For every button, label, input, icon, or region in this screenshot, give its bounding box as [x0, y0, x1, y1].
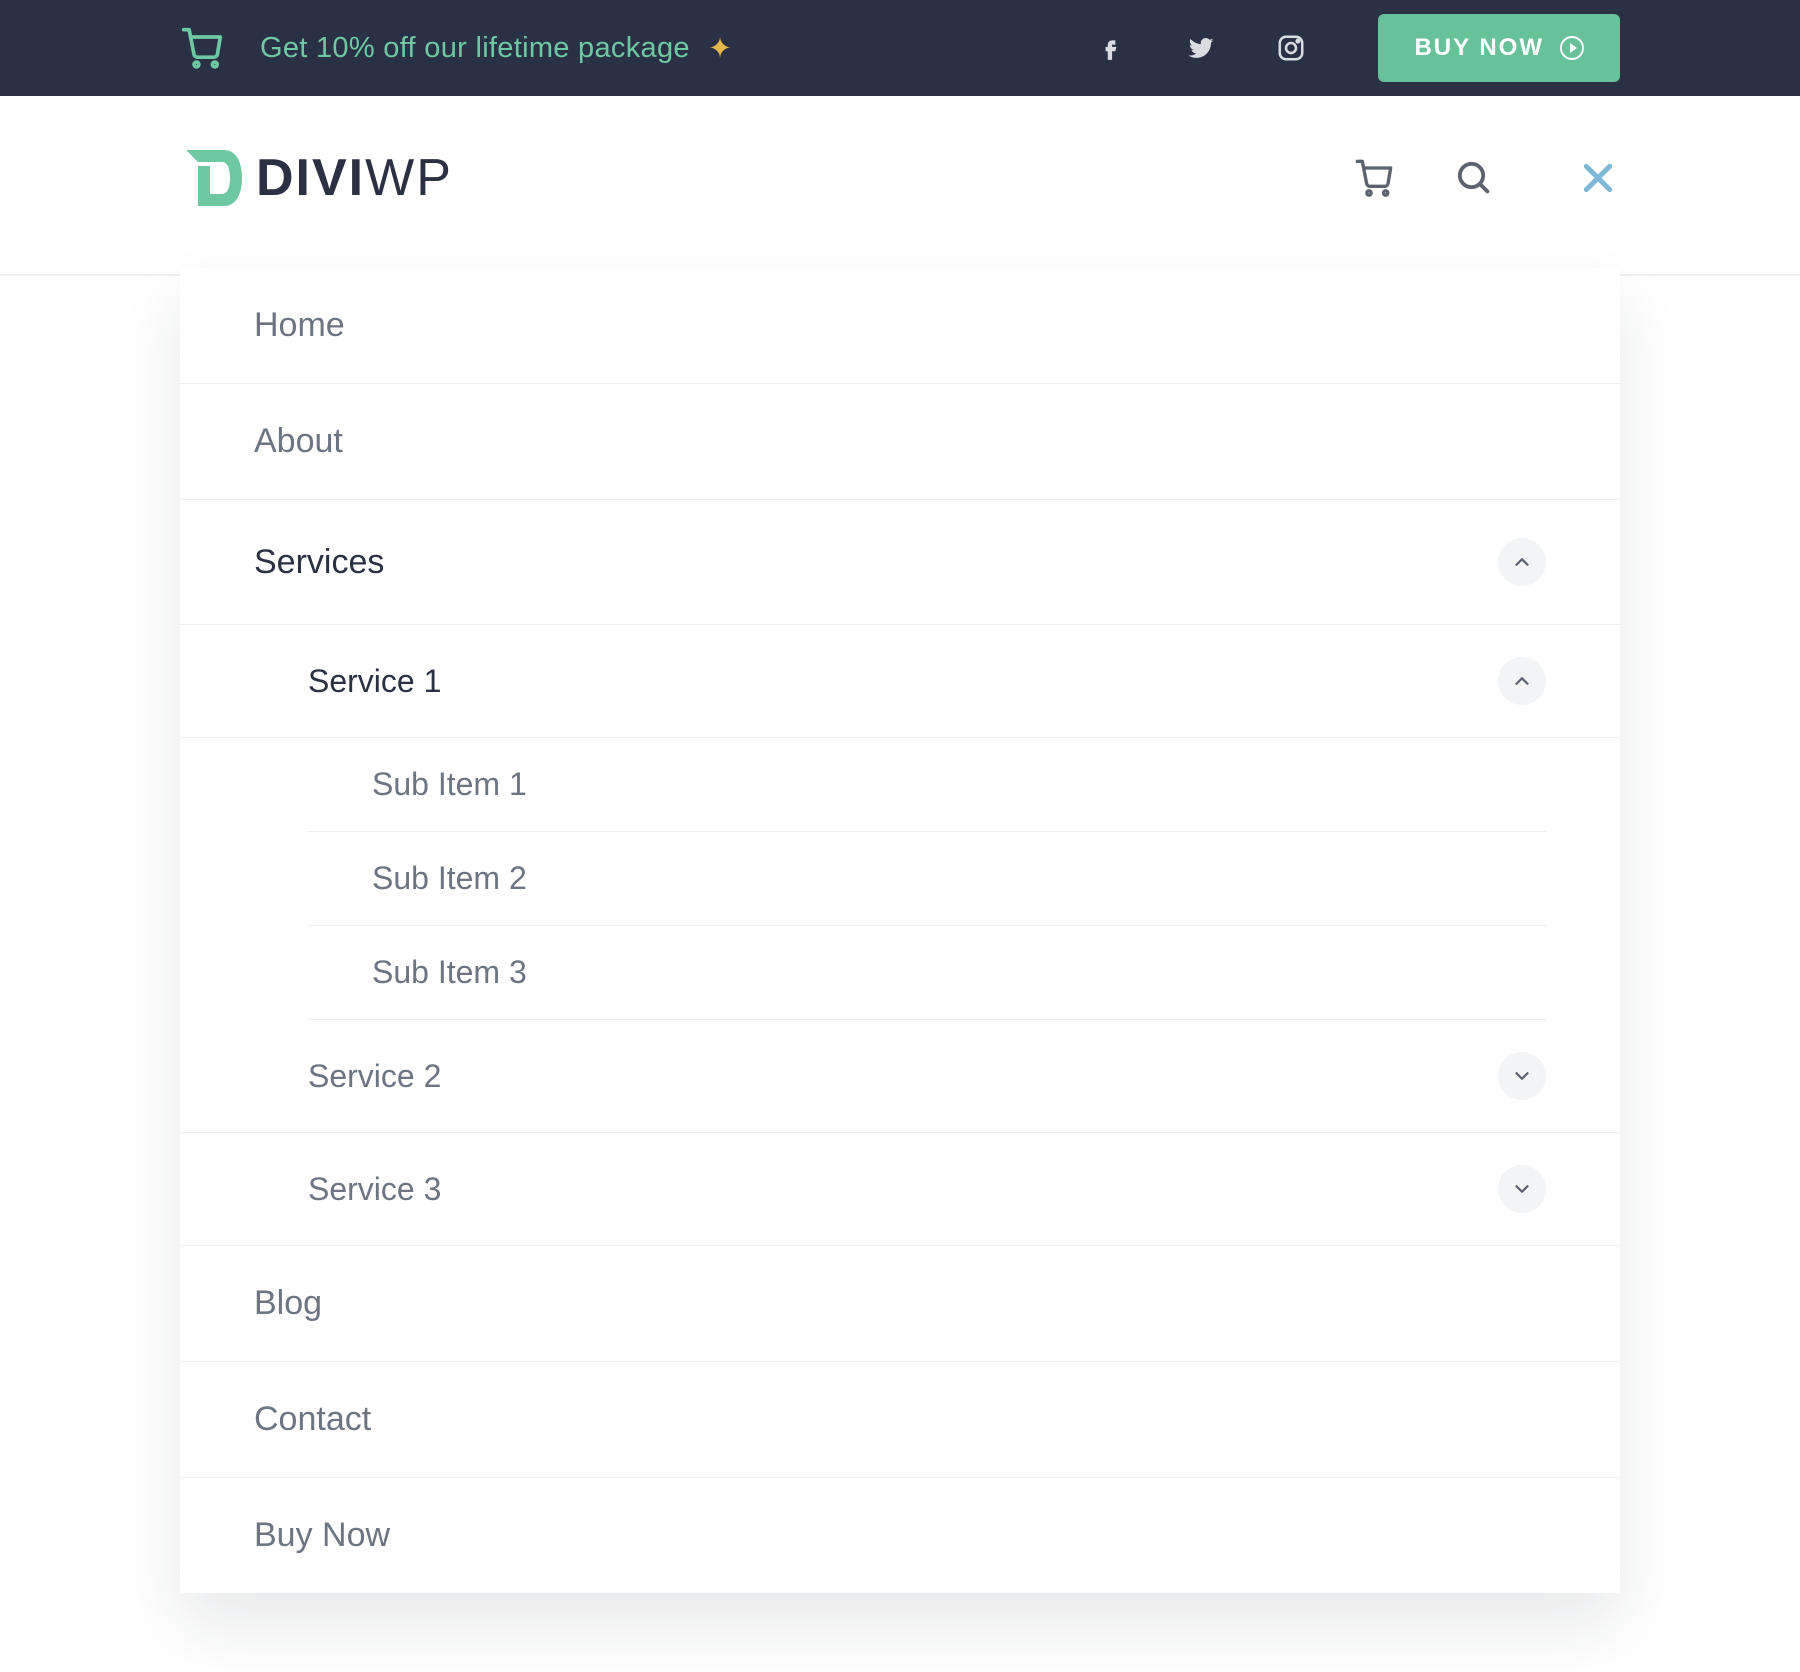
sparkle-icon: ✦ [708, 31, 733, 66]
menu-item-services[interactable]: Services [180, 500, 1620, 625]
mobile-menu-panel: Home About Services Service 1 Sub Item 1… [180, 268, 1620, 1593]
menu-item-label: Buy Now [254, 1516, 390, 1555]
menu-sub-label: Service 2 [308, 1058, 441, 1095]
header-icons [1352, 156, 1620, 200]
cart-icon[interactable] [180, 26, 224, 70]
brand-secondary: WP [365, 149, 453, 207]
close-icon[interactable] [1576, 156, 1620, 200]
menu-item-home[interactable]: Home [180, 268, 1620, 384]
chevron-up-icon[interactable] [1498, 657, 1546, 705]
menu-item-label: Home [254, 306, 345, 345]
menu-item-contact[interactable]: Contact [180, 1362, 1620, 1478]
social-icons [1094, 31, 1308, 65]
twitter-icon[interactable] [1184, 31, 1218, 65]
arrow-right-icon [1560, 36, 1584, 60]
menu-item-label: Blog [254, 1284, 322, 1323]
brand-logo[interactable]: DIVIWP [180, 146, 453, 210]
page-root: Get 10% off our lifetime package ✦ BUY N… [0, 0, 1800, 1593]
menu-subsub-label: Sub Item 2 [372, 860, 527, 897]
buy-now-button[interactable]: BUY NOW [1378, 14, 1620, 82]
menu-item-label: About [254, 422, 343, 461]
menu-subsub-label: Sub Item 3 [372, 954, 527, 991]
site-header: DIVIWP [0, 96, 1800, 276]
menu-sub-service-3[interactable]: Service 3 [180, 1133, 1620, 1246]
menu-item-buy-now[interactable]: Buy Now [180, 1478, 1620, 1593]
instagram-icon[interactable] [1274, 31, 1308, 65]
promo-bar: Get 10% off our lifetime package ✦ BUY N… [0, 0, 1800, 96]
menu-sub-label: Service 3 [308, 1171, 441, 1208]
menu-item-label: Services [254, 543, 384, 582]
buy-now-label: BUY NOW [1414, 34, 1544, 62]
chevron-down-icon[interactable] [1498, 1165, 1546, 1213]
menu-subsub-label: Sub Item 1 [372, 766, 527, 803]
menu-subsub-item[interactable]: Sub Item 1 [308, 738, 1546, 832]
menu-sub-service-2[interactable]: Service 2 [180, 1020, 1620, 1133]
logo-mark-icon [180, 146, 244, 210]
chevron-down-icon[interactable] [1498, 1052, 1546, 1100]
menu-item-about[interactable]: About [180, 384, 1620, 500]
brand-primary: DIVI [256, 149, 365, 207]
cart-icon[interactable] [1352, 156, 1396, 200]
menu-item-blog[interactable]: Blog [180, 1246, 1620, 1362]
menu-item-label: Contact [254, 1400, 371, 1439]
search-icon[interactable] [1452, 156, 1496, 200]
menu-subsub-item[interactable]: Sub Item 2 [308, 832, 1546, 926]
menu-subsub-item[interactable]: Sub Item 3 [308, 926, 1546, 1020]
promo-label: Get 10% off our lifetime package [260, 32, 690, 65]
facebook-icon[interactable] [1094, 31, 1128, 65]
menu-sub-label: Service 1 [308, 663, 441, 700]
menu-sub-service-1[interactable]: Service 1 [180, 625, 1620, 738]
brand-word: DIVIWP [256, 148, 453, 208]
promo-text[interactable]: Get 10% off our lifetime package ✦ [260, 31, 1094, 66]
chevron-up-icon[interactable] [1498, 538, 1546, 586]
